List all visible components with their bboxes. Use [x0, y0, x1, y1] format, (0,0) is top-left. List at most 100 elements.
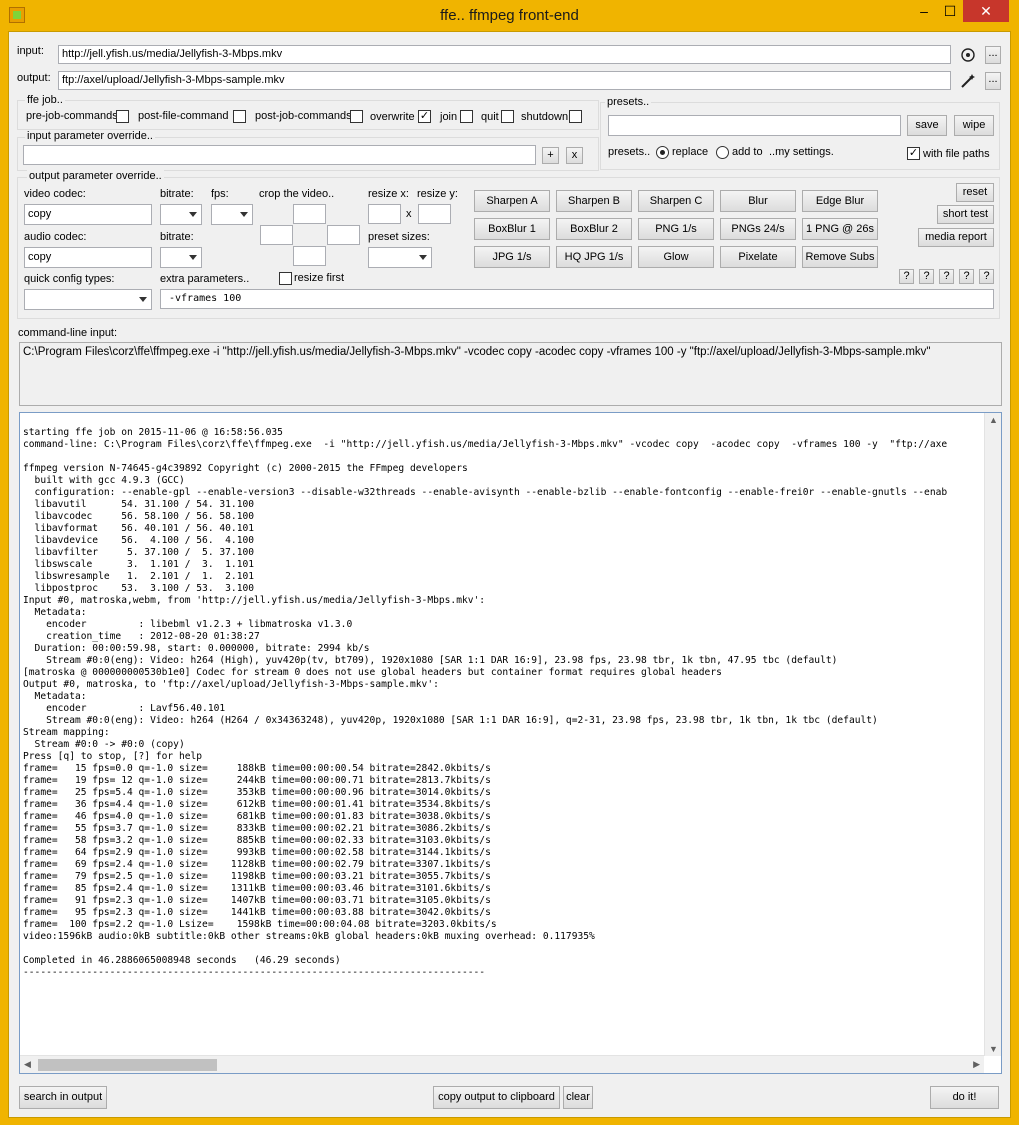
- filter-blur-button[interactable]: Blur: [720, 190, 796, 212]
- video-codec-select[interactable]: copy: [24, 204, 152, 225]
- pre-job-checkbox[interactable]: [116, 110, 129, 123]
- quit-checkbox[interactable]: [501, 110, 514, 123]
- help-button-1[interactable]: ?: [899, 269, 914, 284]
- horizontal-scrollbar[interactable]: ◀ ▶: [20, 1055, 984, 1073]
- log-line: Input #0, matroska,webm, from 'http://je…: [23, 595, 486, 606]
- pre-job-label: pre-job-commands: [26, 110, 118, 122]
- minimize-button[interactable]: –: [911, 0, 937, 22]
- scroll-down-icon[interactable]: ▼: [989, 1044, 998, 1054]
- log-line: [matroska @ 000000000530b1e0] Codec for …: [23, 667, 722, 678]
- output-field[interactable]: ftp://axel/upload/Jellyfish-3-Mbps-sampl…: [58, 71, 951, 90]
- input-label: input:: [17, 45, 44, 57]
- media-report-button[interactable]: media report: [918, 228, 994, 247]
- presets-save-button[interactable]: save: [907, 115, 947, 136]
- preset-sizes-select[interactable]: [368, 247, 432, 268]
- maximize-button[interactable]: ☐: [937, 0, 963, 22]
- filter-hq-jpg-1-s-button[interactable]: HQ JPG 1/s: [556, 246, 632, 268]
- command-line-field[interactable]: C:\Program Files\corz\ffe\ffmpeg.exe -i …: [19, 342, 1002, 406]
- scroll-up-icon[interactable]: ▲: [989, 415, 998, 425]
- filter-glow-button[interactable]: Glow: [638, 246, 714, 268]
- overwrite-checkbox[interactable]: ✓: [418, 110, 431, 123]
- clear-output-button[interactable]: clear: [563, 1086, 593, 1109]
- input-override-title: input parameter override..: [25, 130, 155, 142]
- input-browse-button[interactable]: ...: [985, 46, 1001, 64]
- output-browse-button[interactable]: ...: [985, 72, 1001, 90]
- post-file-checkbox[interactable]: [233, 110, 246, 123]
- fps-select[interactable]: [211, 204, 253, 225]
- scroll-left-icon[interactable]: ◀: [24, 1059, 31, 1070]
- presets-wipe-button[interactable]: wipe: [954, 115, 994, 136]
- crop-left-field[interactable]: [260, 225, 293, 245]
- filter-boxblur-2-button[interactable]: BoxBlur 2: [556, 218, 632, 240]
- do-it-button[interactable]: do it!: [930, 1086, 999, 1109]
- input-field[interactable]: http://jell.yfish.us/media/Jellyfish-3-M…: [58, 45, 951, 64]
- filter-boxblur-1-button[interactable]: BoxBlur 1: [474, 218, 550, 240]
- log-line: ffmpeg version N-74645-g4c39892 Copyrigh…: [23, 463, 468, 474]
- search-in-output-button[interactable]: search in output: [19, 1086, 107, 1109]
- join-checkbox[interactable]: [460, 110, 473, 123]
- extra-params-field[interactable]: -vframes 100: [160, 289, 994, 309]
- input-override-add-button[interactable]: +: [542, 147, 559, 164]
- crop-top-field[interactable]: [293, 204, 326, 224]
- resize-first-checkbox[interactable]: [279, 272, 292, 285]
- filter-jpg-1-s-button[interactable]: JPG 1/s: [474, 246, 550, 268]
- post-job-checkbox[interactable]: [350, 110, 363, 123]
- command-line-label: command-line input:: [18, 327, 118, 339]
- crosshair-icon[interactable]: [959, 46, 977, 64]
- crop-bottom-field[interactable]: [293, 246, 326, 266]
- vertical-scrollbar[interactable]: ▲ ▼: [984, 413, 1001, 1056]
- shutdown-label: shutdown: [521, 111, 569, 123]
- filter-1-png-26s-button[interactable]: 1 PNG @ 26s: [802, 218, 878, 240]
- my-settings-link[interactable]: ..my settings.: [769, 146, 834, 158]
- quick-config-select[interactable]: [24, 289, 152, 310]
- crop-right-field[interactable]: [327, 225, 360, 245]
- close-button[interactable]: ✕: [963, 0, 1009, 22]
- reset-button[interactable]: reset: [956, 183, 994, 202]
- log-line: libavutil 54. 31.100 / 54. 31.100: [23, 499, 255, 510]
- replace-radio[interactable]: [656, 146, 669, 159]
- with-file-paths-checkbox[interactable]: ✓: [907, 147, 920, 160]
- horizontal-scroll-thumb[interactable]: [38, 1059, 217, 1071]
- add-to-radio[interactable]: [716, 146, 729, 159]
- filter-remove-subs-button[interactable]: Remove Subs: [802, 246, 878, 268]
- output-log-text: starting ffe job on 2015-11-06 @ 16:58:5…: [23, 427, 985, 1055]
- help-button-3[interactable]: ?: [939, 269, 954, 284]
- audio-bitrate-label: bitrate:: [160, 231, 194, 243]
- presets-select[interactable]: [608, 115, 901, 136]
- audio-codec-select[interactable]: copy: [24, 247, 152, 268]
- log-line: frame= 46 fps=4.0 q=-1.0 size= 681kB tim…: [23, 811, 491, 822]
- log-line: frame= 100 fps=2.2 q=-1.0 Lsize= 1598kB …: [23, 919, 497, 930]
- main-panel: input: http://jell.yfish.us/media/Jellyf…: [8, 31, 1011, 1118]
- filter-png-1-s-button[interactable]: PNG 1/s: [638, 218, 714, 240]
- audio-bitrate-select[interactable]: [160, 247, 202, 268]
- short-test-button[interactable]: short test: [937, 205, 994, 224]
- log-line: frame= 58 fps=3.2 q=-1.0 size= 885kB tim…: [23, 835, 491, 846]
- help-button-5[interactable]: ?: [979, 269, 994, 284]
- resize-y-field[interactable]: [418, 204, 451, 224]
- scroll-right-icon[interactable]: ▶: [973, 1059, 980, 1070]
- help-button-2[interactable]: ?: [919, 269, 934, 284]
- filter-sharpen-c-button[interactable]: Sharpen C: [638, 190, 714, 212]
- video-bitrate-select[interactable]: [160, 204, 202, 225]
- input-override-clear-button[interactable]: x: [566, 147, 583, 164]
- input-override-field[interactable]: [23, 145, 536, 165]
- output-label: output:: [17, 72, 51, 84]
- resize-y-label: resize y:: [417, 188, 458, 200]
- log-line: frame= 91 fps=2.3 q=-1.0 size= 1407kB ti…: [23, 895, 491, 906]
- filter-sharpen-b-button[interactable]: Sharpen B: [556, 190, 632, 212]
- help-button-4[interactable]: ?: [959, 269, 974, 284]
- output-log[interactable]: starting ffe job on 2015-11-06 @ 16:58:5…: [19, 412, 1002, 1074]
- filter-pngs-24-s-button[interactable]: PNGs 24/s: [720, 218, 796, 240]
- log-line: command-line: C:\Program Files\corz\ffe\…: [23, 439, 948, 450]
- magic-wand-icon[interactable]: [959, 72, 977, 90]
- filter-pixelate-button[interactable]: Pixelate: [720, 246, 796, 268]
- resize-first-label: resize first: [294, 272, 345, 284]
- resize-x-field[interactable]: [368, 204, 401, 224]
- filter-sharpen-a-button[interactable]: Sharpen A: [474, 190, 550, 212]
- log-line: libavformat 56. 40.101 / 56. 40.101: [23, 523, 255, 534]
- shutdown-checkbox[interactable]: [569, 110, 582, 123]
- filter-edge-blur-button[interactable]: Edge Blur: [802, 190, 878, 212]
- log-line: libavcodec 56. 58.100 / 56. 58.100: [23, 511, 255, 522]
- copy-output-button[interactable]: copy output to clipboard: [433, 1086, 560, 1109]
